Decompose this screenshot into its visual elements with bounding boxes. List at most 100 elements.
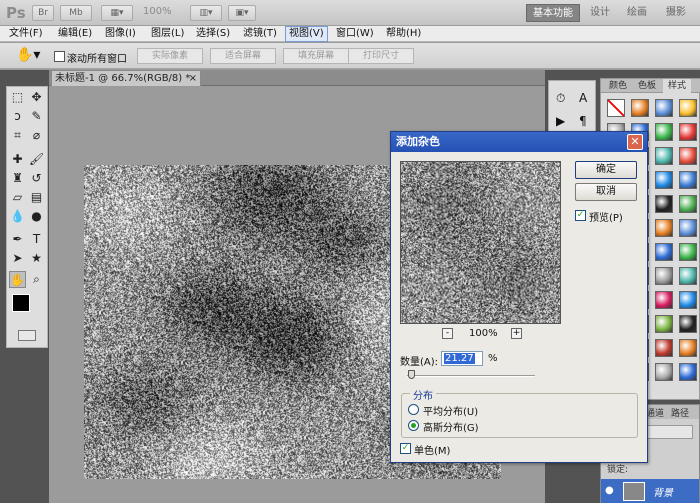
- visibility-eye-icon[interactable]: ●: [605, 485, 614, 496]
- amount-slider-thumb[interactable]: [408, 370, 415, 379]
- style-swatch[interactable]: [679, 243, 697, 261]
- history-brush-tool-icon[interactable]: ↺: [28, 170, 45, 187]
- hand-tool-icon[interactable]: ✋: [9, 271, 26, 288]
- menu-image[interactable]: 图像(I): [102, 26, 139, 42]
- tab-color[interactable]: 颜色: [605, 79, 631, 93]
- photoshop-window: Ps Br Mb ▦▾ 100% ▥▾ ▣▾ 基本功能 设计 绘画 摄影 文件(…: [0, 0, 700, 503]
- workspace-design[interactable]: 设计: [585, 4, 615, 22]
- style-swatch[interactable]: [679, 171, 697, 189]
- amount-input[interactable]: 21.27: [441, 351, 483, 366]
- style-swatch[interactable]: [655, 267, 673, 285]
- screen-mode-button[interactable]: ▣▾: [228, 5, 256, 21]
- zoom-in-button[interactable]: +: [511, 328, 522, 339]
- workspace-basic[interactable]: 基本功能: [526, 4, 580, 22]
- arrange-documents-button[interactable]: ▥▾: [190, 5, 222, 21]
- actions-panel-icon[interactable]: ▶: [556, 114, 565, 128]
- style-swatch[interactable]: [655, 363, 673, 381]
- history-panel-icon[interactable]: ⏱: [556, 91, 565, 106]
- close-tab-icon[interactable]: ×: [189, 71, 197, 86]
- scroll-all-windows-checkbox[interactable]: [54, 51, 65, 62]
- style-swatch[interactable]: [655, 243, 673, 261]
- path-select-tool-icon[interactable]: ➤: [9, 250, 26, 267]
- document-tab[interactable]: 未标题-1 @ 66.7%(RGB/8) * ×: [51, 70, 201, 86]
- tab-swatches[interactable]: 色板: [634, 79, 660, 93]
- style-swatch[interactable]: [655, 147, 673, 165]
- bridge-button[interactable]: Br: [32, 5, 54, 21]
- style-swatch[interactable]: [679, 99, 697, 117]
- style-swatch[interactable]: [679, 267, 697, 285]
- tab-styles[interactable]: 样式: [663, 79, 691, 93]
- style-swatch[interactable]: [679, 339, 697, 357]
- menu-window[interactable]: 窗口(W): [333, 26, 377, 42]
- quick-select-tool-icon[interactable]: ✎: [28, 108, 45, 125]
- healing-brush-tool-icon[interactable]: ✚: [9, 151, 26, 168]
- style-swatch[interactable]: [655, 123, 673, 141]
- style-swatch[interactable]: [655, 219, 673, 237]
- ok-button[interactable]: 确定: [575, 161, 637, 179]
- style-swatch[interactable]: [655, 291, 673, 309]
- lasso-tool-icon[interactable]: ↄ: [9, 108, 26, 125]
- print-size-button[interactable]: 打印尺寸: [348, 48, 414, 64]
- shape-tool-icon[interactable]: ★: [28, 250, 45, 267]
- style-swatch[interactable]: [679, 147, 697, 165]
- amount-slider-track[interactable]: [407, 375, 535, 377]
- brush-tool-icon[interactable]: 🖌: [28, 151, 45, 168]
- style-swatch[interactable]: [607, 99, 625, 117]
- layer-row-background[interactable]: ● 背景: [601, 479, 699, 503]
- eraser-tool-icon[interactable]: ▱: [9, 189, 26, 206]
- view-extras-button[interactable]: ▦▾: [101, 5, 133, 21]
- eyedropper-tool-icon[interactable]: ⌀: [28, 127, 45, 144]
- actual-pixels-button[interactable]: 实际像素: [137, 48, 203, 64]
- menu-select[interactable]: 选择(S): [193, 26, 233, 42]
- zoom-tool-icon[interactable]: ⌕: [28, 271, 45, 288]
- marquee-tool-icon[interactable]: ⬚: [9, 89, 26, 106]
- menu-filter[interactable]: 滤镜(T): [240, 26, 280, 42]
- style-swatch[interactable]: [655, 339, 673, 357]
- menu-layer[interactable]: 图层(L): [148, 26, 187, 42]
- menu-view[interactable]: 视图(V): [285, 26, 328, 42]
- gradient-tool-icon[interactable]: ▤: [28, 189, 45, 206]
- menu-help[interactable]: 帮助(H): [383, 26, 424, 42]
- type-tool-icon[interactable]: T: [28, 231, 45, 248]
- workspace-painting[interactable]: 绘画: [622, 4, 652, 22]
- zoom-out-button[interactable]: -: [442, 328, 453, 339]
- style-swatch[interactable]: [655, 195, 673, 213]
- preview-checkbox[interactable]: ✓: [575, 210, 586, 221]
- style-swatch[interactable]: [679, 219, 697, 237]
- style-swatch[interactable]: [655, 315, 673, 333]
- blur-tool-icon[interactable]: 💧: [9, 208, 26, 225]
- style-swatch[interactable]: [679, 315, 697, 333]
- workspace-photography[interactable]: 摄影: [660, 4, 692, 22]
- move-tool-icon[interactable]: ✥: [28, 89, 45, 106]
- style-swatch[interactable]: [679, 195, 697, 213]
- close-icon[interactable]: ✕: [627, 134, 643, 150]
- uniform-radio[interactable]: [408, 404, 419, 415]
- menu-file[interactable]: 文件(F): [6, 26, 46, 42]
- tab-channels[interactable]: 通道: [646, 406, 664, 419]
- style-swatch[interactable]: [631, 99, 649, 117]
- monochromatic-checkbox[interactable]: ✓: [400, 443, 411, 454]
- style-swatch[interactable]: [655, 171, 673, 189]
- menu-edit[interactable]: 编辑(E): [55, 26, 95, 42]
- crop-tool-icon[interactable]: ⌗: [9, 127, 26, 144]
- pen-tool-icon[interactable]: ✒: [9, 231, 26, 248]
- tab-paths[interactable]: 路径: [671, 406, 689, 419]
- dodge-tool-icon[interactable]: ●: [28, 208, 45, 225]
- paragraph-panel-icon[interactable]: ¶: [579, 114, 587, 128]
- quick-mask-icon[interactable]: [18, 330, 36, 341]
- noise-preview[interactable]: [400, 161, 561, 324]
- gaussian-radio[interactable]: [408, 420, 419, 431]
- character-panel-icon[interactable]: A: [579, 91, 587, 105]
- cancel-button[interactable]: 取消: [575, 183, 637, 201]
- foreground-color-swatch[interactable]: [12, 294, 30, 312]
- fit-screen-button[interactable]: 适合屏幕: [210, 48, 276, 64]
- style-swatch[interactable]: [679, 291, 697, 309]
- zoom-level-dropdown[interactable]: 100%: [143, 6, 172, 17]
- style-swatch[interactable]: [655, 99, 673, 117]
- hand-tool-preset-icon[interactable]: ✋▾: [16, 47, 40, 63]
- mini-bridge-button[interactable]: Mb: [60, 5, 92, 21]
- fill-screen-button[interactable]: 填充屏幕: [283, 48, 349, 64]
- clone-stamp-tool-icon[interactable]: ♜: [9, 170, 26, 187]
- style-swatch[interactable]: [679, 123, 697, 141]
- style-swatch[interactable]: [679, 363, 697, 381]
